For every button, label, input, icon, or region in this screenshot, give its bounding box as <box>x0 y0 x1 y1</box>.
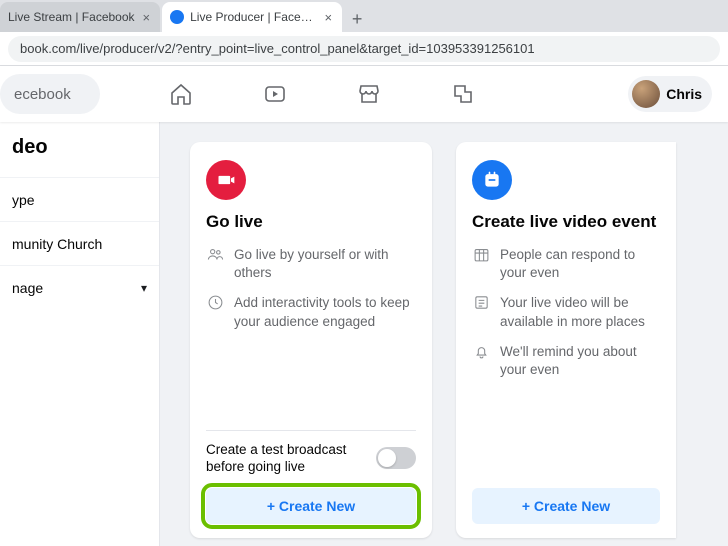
home-icon[interactable] <box>169 82 193 106</box>
feature-row: People can respond to your even <box>472 246 660 282</box>
camera-icon <box>206 160 246 200</box>
divider <box>206 430 416 431</box>
watch-icon[interactable] <box>263 82 287 106</box>
browser-tab-active[interactable]: Live Producer | Facebook × <box>162 2 342 32</box>
feature-row: Your live video will be available in mor… <box>472 294 660 330</box>
tab-title: Live Producer | Facebook <box>190 10 316 24</box>
url-field[interactable]: book.com/live/producer/v2/?entry_point=l… <box>8 36 720 62</box>
new-tab-button[interactable]: + <box>344 6 370 32</box>
favicon-icon <box>170 10 184 24</box>
feature-text: Go live by yourself or with others <box>234 246 416 282</box>
test-broadcast-toggle[interactable] <box>376 447 416 469</box>
people-icon <box>206 246 224 282</box>
browser-tab[interactable]: Live Stream | Facebook × <box>0 2 160 32</box>
main-panel: Go live Go live by yourself or with othe… <box>160 122 728 546</box>
news-icon <box>472 294 490 330</box>
calendar-grid-icon <box>472 246 490 282</box>
button-label: + Create New <box>267 498 355 514</box>
feature-text: Add interactivity tools to keep your aud… <box>234 294 416 330</box>
close-icon[interactable]: × <box>325 10 333 25</box>
toggle-label: Create a test broadcast before going liv… <box>206 441 366 476</box>
marketplace-icon[interactable] <box>357 82 381 106</box>
create-new-event-button[interactable]: + Create New <box>472 488 660 524</box>
facebook-header: ecebook Chris <box>0 66 728 122</box>
url-text: book.com/live/producer/v2/?entry_point=l… <box>20 41 535 56</box>
close-icon[interactable]: × <box>143 10 151 25</box>
browser-address-bar: book.com/live/producer/v2/?entry_point=l… <box>0 32 728 66</box>
left-sidebar: deo ype munity Church nage ▾ <box>0 122 160 546</box>
feature-text: Your live video will be available in mor… <box>500 294 660 330</box>
search-input[interactable]: ecebook <box>0 74 100 114</box>
gaming-icon[interactable] <box>451 82 475 106</box>
sidebar-item-label: munity Church <box>12 236 102 252</box>
content-area: deo ype munity Church nage ▾ Go live Go … <box>0 122 728 546</box>
browser-tab-strip: Live Stream | Facebook × Live Producer |… <box>0 0 728 32</box>
search-placeholder: ecebook <box>14 86 71 103</box>
sidebar-item-type[interactable]: ype <box>0 177 159 221</box>
profile-chip[interactable]: Chris <box>628 76 712 112</box>
sidebar-item-label: nage <box>12 280 43 296</box>
create-event-card: Create live video event People can respo… <box>456 142 676 538</box>
feature-row: Add interactivity tools to keep your aud… <box>206 294 416 330</box>
go-live-card: Go live Go live by yourself or with othe… <box>190 142 432 538</box>
calendar-icon <box>472 160 512 200</box>
avatar-icon <box>632 80 660 108</box>
top-nav <box>16 82 628 106</box>
card-title: Go live <box>206 212 416 232</box>
feature-row: We'll remind you about your even <box>472 343 660 379</box>
feature-text: We'll remind you about your even <box>500 343 660 379</box>
chevron-down-icon: ▾ <box>141 281 147 295</box>
sidebar-title: deo <box>0 122 159 177</box>
feature-text: People can respond to your even <box>500 246 660 282</box>
profile-name: Chris <box>666 86 702 102</box>
create-new-go-live-button[interactable]: + Create New <box>206 488 416 524</box>
button-label: + Create New <box>522 498 610 514</box>
feature-row: Go live by yourself or with others <box>206 246 416 282</box>
bell-icon <box>472 343 490 379</box>
sidebar-item-manage[interactable]: nage ▾ <box>0 265 159 309</box>
test-broadcast-toggle-row: Create a test broadcast before going liv… <box>206 441 416 476</box>
sidebar-item-destination[interactable]: munity Church <box>0 221 159 265</box>
tab-title: Live Stream | Facebook <box>8 10 135 24</box>
card-title: Create live video event <box>472 212 660 232</box>
clock-icon <box>206 294 224 330</box>
sidebar-item-label: ype <box>12 192 35 208</box>
